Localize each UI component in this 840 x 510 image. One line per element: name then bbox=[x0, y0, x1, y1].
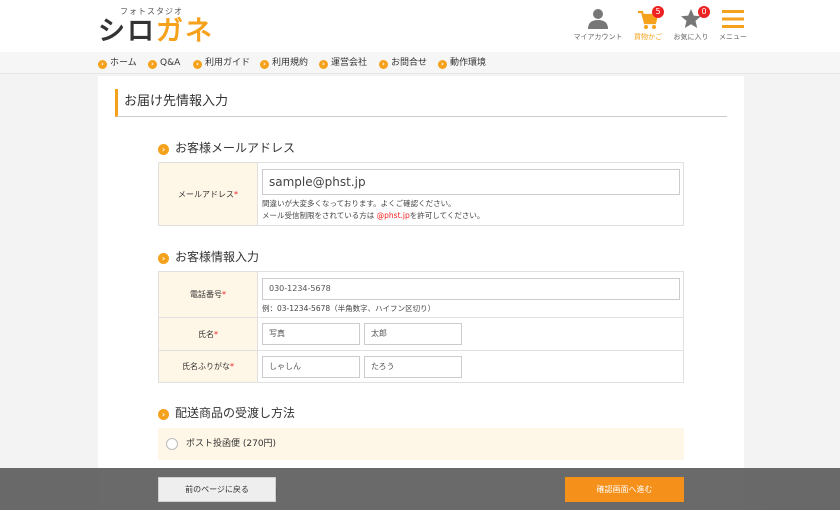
shipping-option-post[interactable]: ポスト投函便 (270円) bbox=[158, 428, 684, 460]
my-account-button[interactable]: マイアカウント bbox=[572, 8, 624, 42]
back-button[interactable]: 前のページに戻る bbox=[158, 477, 276, 502]
email-field[interactable]: sample@phst.jp bbox=[262, 169, 680, 195]
favorites-button[interactable]: お気に入り 0 bbox=[672, 6, 710, 42]
cart-label: 買物かご bbox=[634, 33, 662, 41]
email-hint-1: 間違いが大変多くなっております。よくご確認ください。 bbox=[262, 199, 456, 208]
phone-hint: 例：03-1234-5678（半角数字、ハイフン区切り） bbox=[262, 304, 436, 313]
main-nav: › ホーム › Q&A › 利用ガイド › 利用規約 › 運営会社 › お問合せ › 動作環境 bbox=[0, 52, 840, 74]
nav-contact[interactable]: › お問合せ bbox=[379, 52, 427, 74]
bottom-action-bar: 前のページに戻る 確認画面へ進む bbox=[0, 468, 840, 510]
user-icon bbox=[588, 9, 608, 29]
email-hint-2: メール受信制限をされている方は @phst.jpを許可してください。 bbox=[262, 211, 485, 220]
email-row: メールアドレス * sample@phst.jp 間違いが大変多くなっております。… bbox=[159, 163, 683, 225]
chevron-right-icon: › bbox=[158, 409, 169, 420]
first-name-field[interactable]: 太郎 bbox=[364, 323, 462, 345]
chevron-right-icon: › bbox=[148, 60, 157, 69]
chevron-right-icon: › bbox=[379, 60, 388, 69]
main-content: お届け先情報入力 › お客様メールアドレス メールアドレス * sample@phs… bbox=[98, 76, 744, 510]
first-name-kana-field[interactable]: たろう bbox=[364, 356, 462, 378]
site-header: フォトスタジオ シロガネ マイアカウント 買物かご 5 お気に入り 0 メニュー bbox=[0, 0, 840, 52]
nav-company[interactable]: › 運営会社 bbox=[319, 52, 367, 74]
nav-qa[interactable]: › Q&A bbox=[148, 52, 180, 74]
chevron-right-icon: › bbox=[438, 60, 447, 69]
email-form-table: メールアドレス * sample@phst.jp 間違いが大変多くなっております。… bbox=[158, 162, 684, 226]
nav-home[interactable]: › ホーム bbox=[98, 52, 137, 74]
last-name-kana-field[interactable]: しゃしん bbox=[262, 356, 360, 378]
nav-environment[interactable]: › 動作環境 bbox=[438, 52, 486, 74]
menu-button[interactable]: メニュー bbox=[716, 8, 750, 42]
chevron-right-icon: › bbox=[158, 253, 169, 264]
phone-field[interactable]: 030-1234-5678 bbox=[262, 278, 680, 300]
shipping-section-heading: › 配送商品の受渡し方法 bbox=[158, 404, 295, 421]
last-name-field[interactable]: 写真 bbox=[262, 323, 360, 345]
hamburger-icon bbox=[722, 10, 744, 28]
email-label: メールアドレス * bbox=[159, 163, 258, 225]
chevron-right-icon: › bbox=[98, 60, 107, 69]
favorites-label: お気に入り bbox=[673, 33, 709, 41]
menu-label: メニュー bbox=[719, 33, 747, 41]
phone-row: 電話番号 * 030-1234-5678 例：03-1234-5678（半角数字、… bbox=[159, 272, 683, 318]
customer-section-heading: › お客様情報入力 bbox=[158, 248, 259, 265]
page-title: お届け先情報入力 bbox=[115, 89, 727, 117]
cart-count-badge: 5 bbox=[652, 6, 664, 18]
my-account-label: マイアカウント bbox=[573, 33, 623, 41]
shipping-option-label: ポスト投函便 (270円) bbox=[186, 439, 277, 449]
name-row: 氏名 * 写真 太郎 bbox=[159, 318, 683, 351]
phone-label: 電話番号 * bbox=[159, 272, 258, 317]
logo-text: シロガネ bbox=[98, 16, 214, 47]
nav-guide[interactable]: › 利用ガイド bbox=[193, 52, 250, 74]
email-section-heading: › お客様メールアドレス bbox=[158, 139, 295, 156]
nav-terms[interactable]: › 利用規約 bbox=[260, 52, 308, 74]
name-kana-label: 氏名ふりがな * bbox=[159, 351, 258, 382]
name-kana-row: 氏名ふりがな * しゃしん たろう bbox=[159, 351, 683, 382]
cart-button[interactable]: 買物かご 5 bbox=[630, 6, 666, 42]
chevron-right-icon: › bbox=[319, 60, 328, 69]
name-label: 氏名 * bbox=[159, 318, 258, 350]
favorites-count-badge: 0 bbox=[698, 6, 710, 18]
proceed-to-confirm-button[interactable]: 確認画面へ進む bbox=[565, 477, 684, 502]
chevron-right-icon: › bbox=[260, 60, 269, 69]
chevron-right-icon: › bbox=[158, 144, 169, 155]
chevron-right-icon: › bbox=[193, 60, 202, 69]
customer-form-table: 電話番号 * 030-1234-5678 例：03-1234-5678（半角数字、… bbox=[158, 271, 684, 383]
shipping-radio[interactable] bbox=[166, 438, 178, 450]
